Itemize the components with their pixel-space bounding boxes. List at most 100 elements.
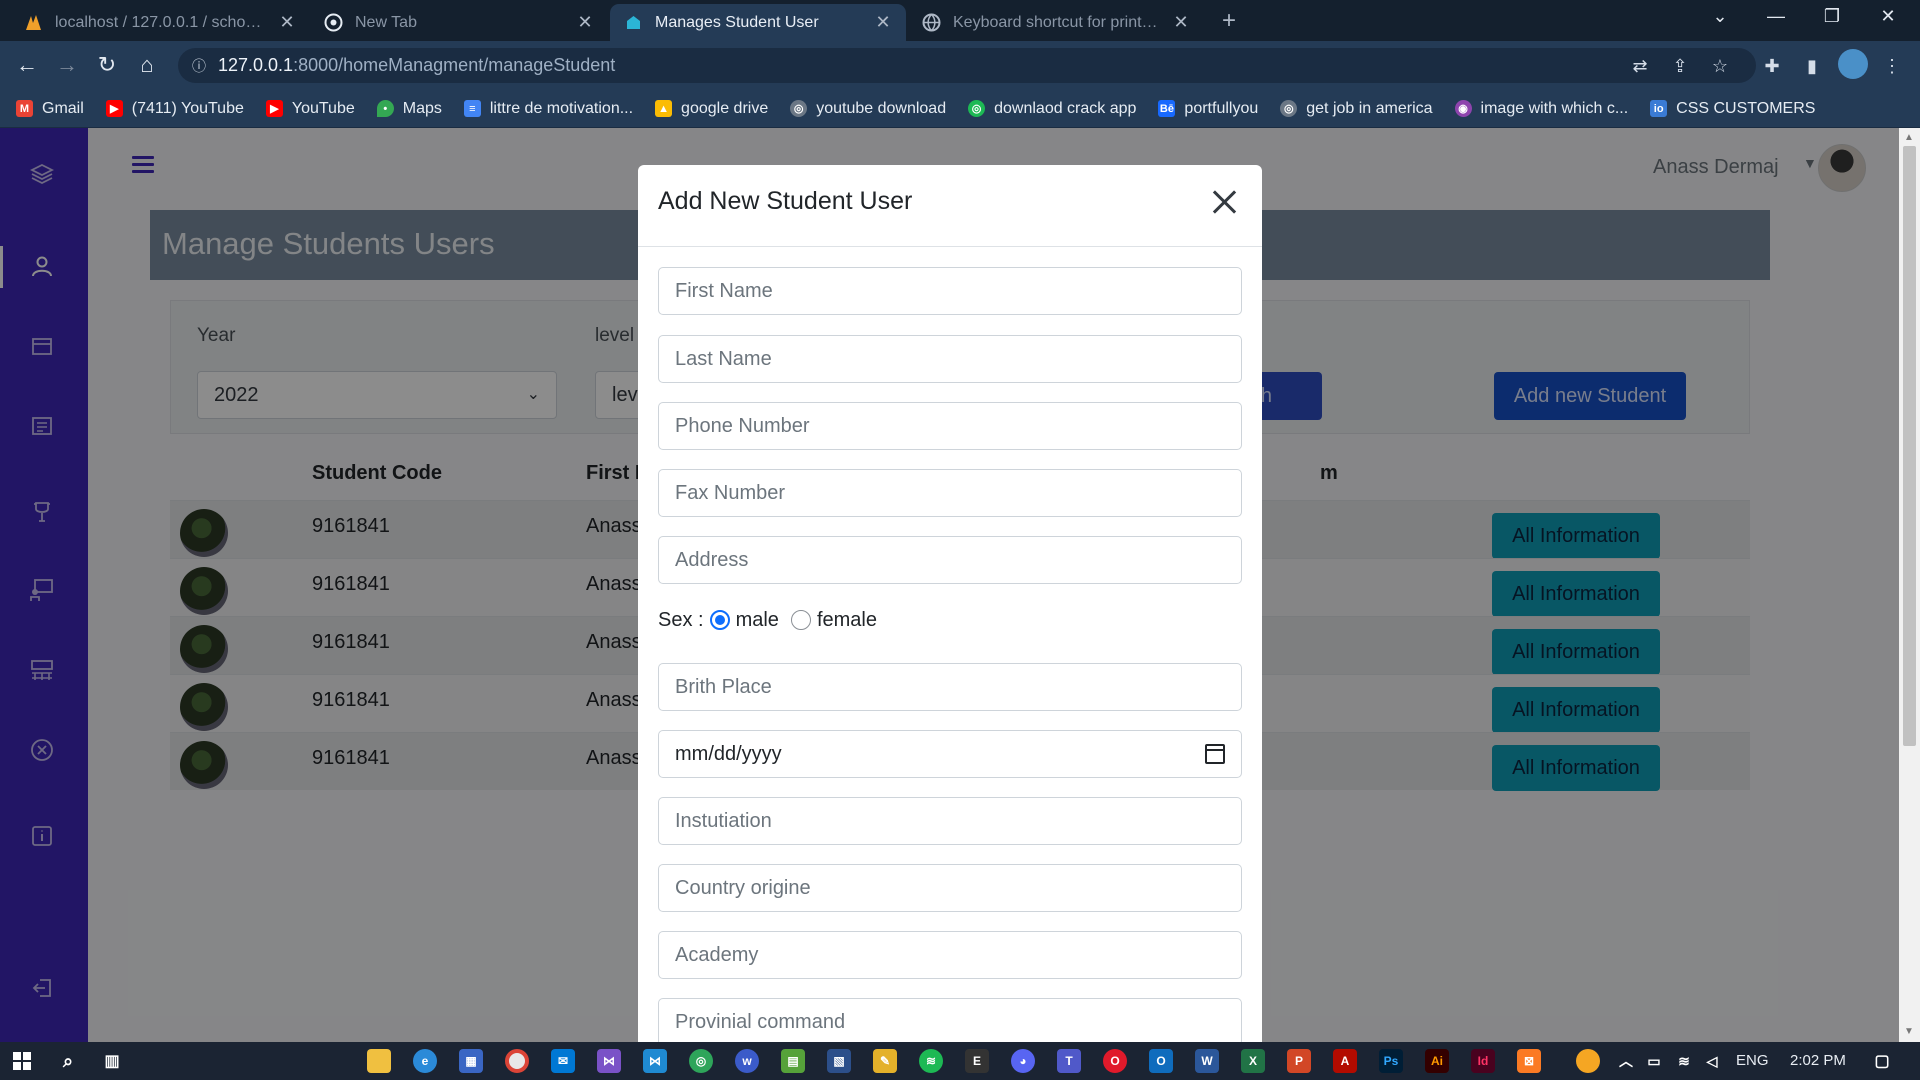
xampp-icon[interactable]: ⊠ (1517, 1049, 1541, 1073)
discord-icon[interactable]: ◕ (1011, 1049, 1035, 1073)
volume-icon[interactable]: ◁ (1700, 1049, 1724, 1073)
close-tab-icon[interactable]: ✕ (1172, 12, 1190, 33)
outlook-icon[interactable]: O (1149, 1049, 1173, 1073)
app-icon[interactable]: ✎ (873, 1049, 897, 1073)
minimize-icon[interactable]: — (1756, 6, 1796, 27)
site-info-icon[interactable]: ⓘ (192, 56, 206, 76)
scroll-down-arrow-icon[interactable]: ▼ (1904, 1026, 1914, 1037)
tab-manage-student[interactable]: Manages Student User ✕ (610, 4, 906, 41)
scrollbar-thumb[interactable] (1903, 146, 1916, 746)
birth-place-input[interactable] (658, 663, 1242, 711)
chevron-up-icon[interactable]: ︿ (1614, 1049, 1638, 1073)
translate-icon[interactable]: ⇄ (1628, 54, 1652, 78)
tab-phpmyadmin[interactable]: localhost / 127.0.0.1 / school_ma ✕ (10, 4, 310, 41)
reload-icon[interactable]: ↻ (94, 52, 120, 78)
address-input[interactable] (658, 536, 1242, 584)
language-indicator[interactable]: ENG (1736, 1052, 1769, 1069)
bookmark-portfullyou[interactable]: Bē portfullyou (1158, 100, 1258, 118)
male-radio[interactable] (709, 610, 730, 630)
powerpoint-icon[interactable]: P (1287, 1049, 1311, 1073)
academy-input[interactable] (658, 931, 1242, 979)
drive-icon: ▲ (655, 100, 673, 117)
weather-icon[interactable] (1576, 1049, 1600, 1073)
word-icon[interactable]: W (1195, 1049, 1219, 1073)
chrome-taskbar-icon[interactable] (505, 1049, 529, 1073)
browser-tab-bar: localhost / 127.0.0.1 / school_ma ✕ New … (0, 0, 1920, 41)
close-icon[interactable] (1210, 187, 1240, 217)
notification-icon[interactable]: ▢ (1870, 1049, 1894, 1073)
home-icon[interactable]: ⌂ (134, 52, 160, 78)
file-explorer-icon[interactable] (367, 1049, 391, 1073)
back-icon[interactable]: ← (14, 52, 40, 78)
chrome-icon (324, 13, 343, 32)
excel-icon[interactable]: X (1241, 1049, 1265, 1073)
extensions-icon[interactable]: ✚ (1760, 54, 1784, 78)
search-icon[interactable]: ⌕ (56, 1049, 80, 1073)
illustrator-icon[interactable]: Ai (1425, 1049, 1449, 1073)
menu-kebab-icon[interactable]: ⋮ (1880, 54, 1904, 78)
epic-games-icon[interactable]: E (965, 1049, 989, 1073)
battery-icon[interactable]: ▭ (1642, 1049, 1666, 1073)
bookmark-image-with[interactable]: ◉ image with which c... (1454, 100, 1628, 118)
bookmark-css-customers[interactable]: io CSS CUSTOMERS (1650, 100, 1815, 118)
bookmark-youtube-7411[interactable]: ▶ (7411) YouTube (105, 100, 244, 118)
institution-input[interactable] (658, 797, 1242, 845)
mail-icon[interactable]: ✉ (551, 1049, 575, 1073)
bookmark-crack-app[interactable]: ◎ downlaod crack app (968, 100, 1136, 118)
globe-icon (922, 13, 941, 32)
web-page: Anass Dermaj ▼ Manage Students Users Yea… (0, 128, 1920, 1042)
close-tab-icon[interactable]: ✕ (576, 12, 594, 33)
photoshop-icon[interactable]: Ps (1379, 1049, 1403, 1073)
bookmark-gmail[interactable]: M Gmail (16, 100, 84, 118)
task-view-icon[interactable]: ▥ (100, 1049, 124, 1073)
bookmark-youtube-download[interactable]: ◎ youtube download (790, 100, 946, 118)
tab-new-tab[interactable]: New Tab ✕ (310, 4, 608, 41)
wifi-icon[interactable]: ≋ (1672, 1049, 1696, 1073)
bookmark-star-icon[interactable]: ☆ (1708, 54, 1732, 78)
provincial-command-input[interactable] (658, 998, 1242, 1042)
bookmark-littre[interactable]: ≡ littre de motivation... (463, 100, 633, 118)
app-icon[interactable]: ▧ (827, 1049, 851, 1073)
visual-studio-icon[interactable]: ⋈ (597, 1049, 621, 1073)
scroll-up-arrow-icon[interactable]: ▲ (1904, 132, 1914, 143)
birth-date-input[interactable]: mm/dd/yyyy (658, 730, 1242, 778)
app-icon[interactable]: w (735, 1049, 759, 1073)
spotify-icon[interactable]: ≋ (919, 1049, 943, 1073)
windows-start-icon[interactable] (10, 1049, 34, 1073)
restore-icon[interactable]: ❐ (1812, 6, 1852, 27)
store-icon[interactable]: ▦ (459, 1049, 483, 1073)
page-scrollbar[interactable]: ▲ ▼ (1899, 128, 1920, 1042)
close-tab-icon[interactable]: ✕ (278, 12, 296, 33)
bookmark-youtube[interactable]: ▶ YouTube (265, 100, 355, 118)
phone-number-input[interactable] (658, 402, 1242, 450)
acrobat-icon[interactable]: A (1333, 1049, 1357, 1073)
fax-number-input[interactable] (658, 469, 1242, 517)
vscode-icon[interactable]: ⋈ (643, 1049, 667, 1073)
app-icon[interactable]: ▤ (781, 1049, 805, 1073)
forward-icon[interactable]: → (54, 52, 80, 78)
share-icon[interactable]: ⇪ (1668, 54, 1692, 78)
tab-search-chevron-icon[interactable]: ⌄ (1700, 6, 1740, 27)
bookmark-get-job[interactable]: ◎ get job in america (1280, 100, 1433, 118)
bookmark-maps[interactable]: • Maps (376, 100, 442, 118)
side-panel-icon[interactable]: ▮ (1800, 54, 1824, 78)
youtube-icon: ▶ (265, 100, 283, 117)
teams-icon[interactable]: T (1057, 1049, 1081, 1073)
app-icon[interactable]: ◎ (689, 1049, 713, 1073)
country-origin-input[interactable] (658, 864, 1242, 912)
profile-avatar-icon[interactable] (1838, 49, 1868, 79)
address-bar[interactable]: ⓘ 127.0.0.1:8000/homeManagment/manageStu… (178, 48, 1756, 83)
last-name-input[interactable] (658, 335, 1242, 383)
clock[interactable]: 2:02 PM (1790, 1052, 1846, 1069)
bookmark-google-drive[interactable]: ▲ google drive (655, 100, 768, 118)
opera-icon[interactable]: O (1103, 1049, 1127, 1073)
first-name-input[interactable] (658, 267, 1242, 315)
close-tab-icon[interactable]: ✕ (874, 12, 892, 33)
close-window-icon[interactable]: ✕ (1868, 6, 1908, 27)
edge-icon[interactable]: e (413, 1049, 437, 1073)
indesign-icon[interactable]: Id (1471, 1049, 1495, 1073)
new-tab-plus-icon[interactable]: + (1222, 7, 1236, 35)
calendar-icon[interactable] (1205, 744, 1225, 764)
female-radio[interactable] (790, 610, 811, 630)
tab-keyboard-shortcut[interactable]: Keyboard shortcut for print scre ✕ (908, 4, 1204, 41)
